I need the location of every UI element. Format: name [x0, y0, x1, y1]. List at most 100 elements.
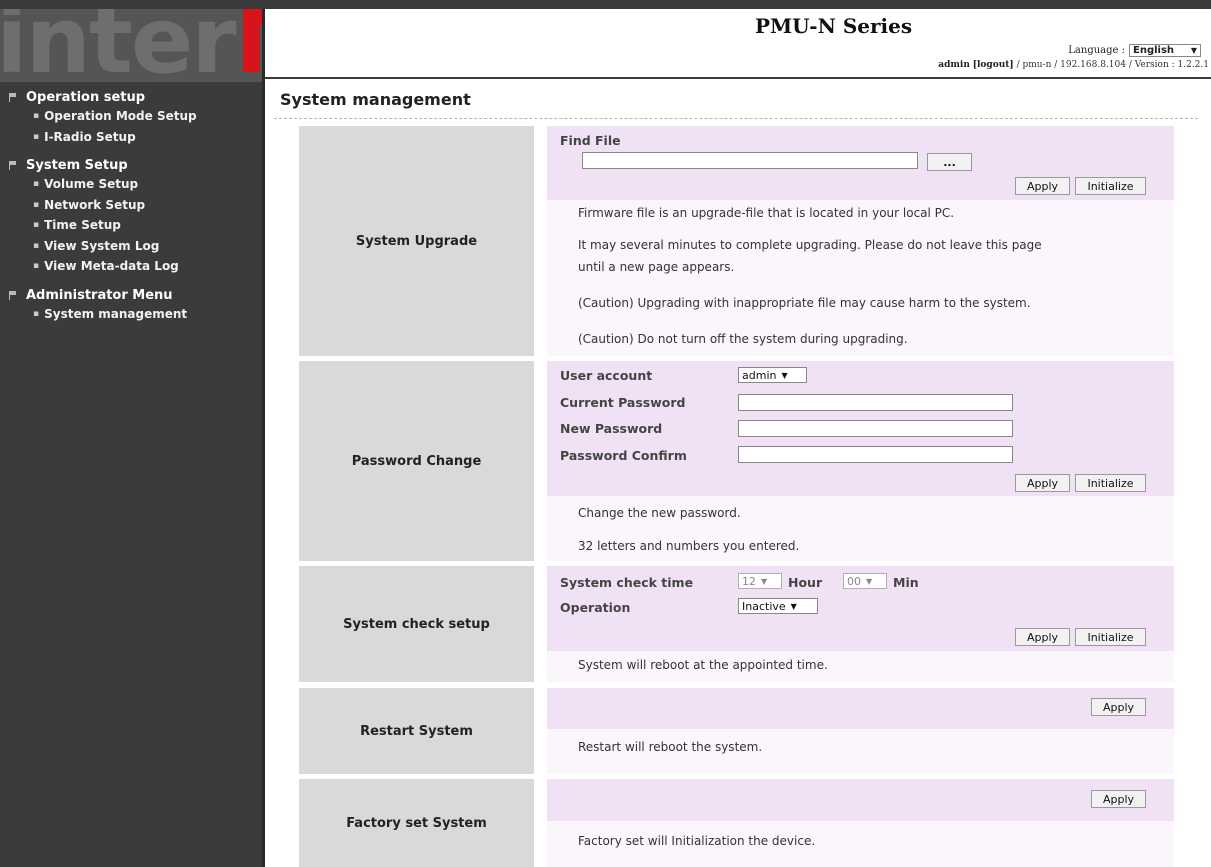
minute-select[interactable]: 00 ▼: [843, 573, 887, 589]
bullet-icon: ▪: [33, 199, 40, 210]
minute-value: 00: [847, 574, 861, 588]
password-note: Change the new password.: [578, 506, 741, 520]
bullet-icon: ▪: [33, 261, 40, 272]
upgrade-form: Find File ... Apply Initialize: [547, 126, 1174, 200]
logo[interactable]: interM: [0, 9, 262, 82]
current-password-field[interactable]: [738, 394, 1013, 411]
factory-note: Factory set will Initialization the devi…: [578, 834, 816, 848]
section-content: User account admin ▼ Current Password New…: [547, 361, 1174, 561]
username: admin: [938, 60, 970, 70]
apply-button[interactable]: Apply: [1015, 474, 1070, 492]
password-confirm-field[interactable]: [738, 446, 1013, 463]
minute-unit: Min: [893, 575, 919, 590]
flag-icon: [8, 290, 17, 300]
bullet-icon: ▪: [33, 240, 40, 251]
chevron-down-icon: ▼: [866, 576, 873, 586]
sidebar-item-system-management[interactable]: ▪ System management: [0, 304, 262, 325]
sidebar-item-i-radio-setup[interactable]: ▪ I-Radio Setup: [0, 127, 262, 148]
app-title: PMU-N Series: [755, 14, 913, 38]
sidebar-item-network-setup[interactable]: ▪ Network Setup: [0, 195, 262, 216]
password-form: User account admin ▼ Current Password New…: [547, 361, 1174, 496]
upgrade-note: It may several minutes to complete upgra…: [578, 238, 1042, 252]
user-account-value: admin: [742, 368, 777, 382]
title-separator: [274, 118, 1198, 119]
new-password-field[interactable]: [738, 420, 1013, 437]
section-label: System Upgrade: [299, 126, 534, 356]
section-label: Password Change: [299, 361, 534, 561]
sidebar-item-operation-mode-setup[interactable]: ▪ Operation Mode Setup: [0, 106, 262, 127]
bullet-icon: ▪: [33, 131, 40, 142]
language-selector-row: Language : English ▼: [1068, 44, 1201, 57]
apply-button[interactable]: Apply: [1015, 177, 1070, 195]
apply-button[interactable]: Apply: [1015, 628, 1070, 646]
nav-group-title[interactable]: Administrator Menu: [0, 287, 262, 304]
hour-select[interactable]: 12 ▼: [738, 573, 782, 589]
logo-text: interM: [0, 9, 262, 82]
password-confirm-label: Password Confirm: [560, 448, 687, 463]
current-password-label: Current Password: [560, 395, 686, 410]
section-content: System check time 12 ▼ Hour 00 ▼ Min Opera…: [547, 566, 1174, 682]
section-system-check: System check setup System check time 12 ▼…: [299, 566, 1174, 682]
upgrade-caution: (Caution) Do not turn off the system dur…: [578, 332, 908, 346]
sidebar-item-view-system-log[interactable]: ▪ View System Log: [0, 236, 262, 257]
flag-icon: [8, 161, 17, 170]
chevron-down-icon: ▼: [761, 576, 768, 586]
section-label: System check setup: [299, 566, 534, 682]
top-bar: [0, 0, 1211, 9]
header-divider: [265, 77, 1211, 79]
new-password-label: New Password: [560, 421, 663, 436]
hour-unit: Hour: [788, 575, 823, 590]
factory-form: Apply: [547, 779, 1174, 821]
nav-group-title[interactable]: System Setup: [0, 157, 262, 174]
section-content: Apply Factory set will Initialization th…: [547, 779, 1174, 867]
sidebar-item-time-setup[interactable]: ▪ Time Setup: [0, 215, 262, 236]
section-system-upgrade: System Upgrade Find File ... Apply Initi…: [299, 126, 1174, 356]
restart-form: Apply: [547, 688, 1174, 729]
chevron-down-icon: ▼: [781, 370, 788, 380]
factory-apply-button[interactable]: Apply: [1091, 790, 1146, 808]
nav-group-system-setup: System Setup ▪ Volume Setup ▪ Network Setu…: [0, 157, 262, 277]
initialize-button[interactable]: Initialize: [1075, 177, 1146, 195]
language-select[interactable]: English ▼: [1129, 44, 1201, 57]
nav-group-operation-setup: Operation setup ▪ Operation Mode Setup ▪ I…: [0, 89, 262, 147]
password-note: 32 letters and numbers you entered.: [578, 539, 800, 553]
restart-note: Restart will reboot the system.: [578, 740, 763, 754]
page-title: System management: [280, 90, 471, 109]
chevron-down-icon: ▼: [1190, 46, 1197, 55]
section-content: Find File ... Apply Initialize Firmware …: [547, 126, 1174, 356]
initialize-button[interactable]: Initialize: [1075, 474, 1146, 492]
sidebar-item-volume-setup[interactable]: ▪ Volume Setup: [0, 174, 262, 195]
device-path: / pmu-n / 192.168.8.104 / Version : 1.2.…: [1016, 60, 1209, 70]
section-label: Restart System: [299, 688, 534, 774]
check-time-label: System check time: [560, 575, 694, 590]
sidebar-divider: [262, 9, 265, 867]
section-factory-set: Factory set System Apply Factory set wil…: [299, 779, 1174, 867]
section-password-change: Password Change User account admin ▼ Curr…: [299, 361, 1174, 561]
logout-link[interactable]: [logout]: [973, 60, 1014, 70]
nav-group-administrator-menu: Administrator Menu ▪ System management: [0, 287, 262, 325]
file-path-input[interactable]: [582, 152, 918, 169]
operation-value: Inactive: [742, 599, 786, 613]
language-value: English: [1133, 45, 1175, 56]
user-account-select[interactable]: admin ▼: [738, 367, 807, 383]
chevron-down-icon: ▼: [790, 601, 797, 611]
check-note: System will reboot at the appointed time…: [578, 658, 828, 672]
initialize-button[interactable]: Initialize: [1075, 628, 1146, 646]
bullet-icon: ▪: [33, 308, 40, 319]
bullet-icon: ▪: [33, 220, 40, 231]
user-info: admin [logout] / pmu-n / 192.168.8.104 /…: [938, 60, 1209, 70]
operation-label: Operation: [560, 600, 631, 615]
operation-select[interactable]: Inactive ▼: [738, 598, 818, 614]
browse-button[interactable]: ...: [927, 153, 972, 171]
left-panel: interM Operation setup ▪Operation Mode S…: [0, 9, 262, 867]
hour-value: 12: [742, 574, 756, 588]
sidebar-item-view-meta-data-log[interactable]: ▪ View Meta-data Log: [0, 256, 262, 277]
language-label: Language :: [1068, 45, 1125, 56]
check-form: System check time 12 ▼ Hour 00 ▼ Min Opera…: [547, 566, 1174, 651]
section-restart-system: Restart System Apply Restart will reboot…: [299, 688, 1174, 774]
nav-group-title[interactable]: Operation setup: [0, 89, 262, 106]
user-account-label: User account: [560, 368, 653, 383]
restart-apply-button[interactable]: Apply: [1091, 698, 1146, 716]
find-file-label: Find File: [560, 133, 621, 148]
bullet-icon: ▪: [33, 179, 40, 190]
